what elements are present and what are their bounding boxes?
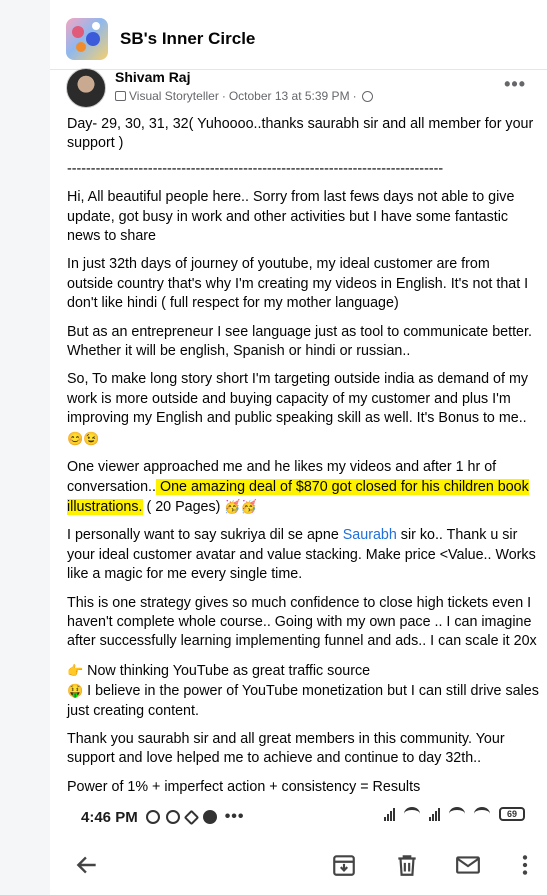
- wifi-3-icon: [474, 807, 490, 821]
- wifi-icon: [404, 807, 420, 821]
- smile-emoji-icon: 😊😉: [67, 430, 100, 446]
- paragraph-5: So, To make long story short I'm targeti…: [67, 370, 539, 449]
- post-meta: Visual Storyteller · October 13 at 5:39 …: [115, 89, 373, 103]
- paragraph-6: One viewer approached me and he likes my…: [67, 458, 539, 517]
- paragraph-3: In just 32th days of journey of youtube,…: [67, 256, 529, 312]
- party-emoji-icon: 🥳🥳: [224, 498, 257, 514]
- meta-separator: ·: [221, 89, 226, 103]
- group-header[interactable]: SB's Inner Circle: [50, 8, 547, 70]
- globe-icon: [361, 90, 373, 102]
- paragraph-10-text: I believe in the power of YouTube moneti…: [67, 683, 539, 719]
- pointing-hand-emoji-icon: 👉: [67, 662, 84, 678]
- left-margin: [0, 0, 50, 895]
- paragraph-8: This is one strategy gives so much confi…: [67, 594, 537, 650]
- whatsapp-icon: [165, 810, 180, 824]
- signal-1-icon: [384, 807, 395, 821]
- group-name[interactable]: SB's Inner Circle: [120, 29, 255, 49]
- battery-icon: 69: [499, 807, 525, 821]
- back-arrow-icon[interactable]: [74, 852, 100, 878]
- paragraph-5-text: So, To make long story short I'm targeti…: [67, 371, 528, 427]
- mail-icon[interactable]: [455, 852, 481, 878]
- system-icons: 69: [384, 807, 525, 821]
- phone-status-bar: 4:46 PM ••• 69: [50, 797, 547, 837]
- status-time: 4:46 PM: [81, 808, 138, 826]
- signal-2-icon: [429, 807, 440, 821]
- kebab-menu-icon[interactable]: [512, 852, 538, 878]
- archive-icon[interactable]: [331, 852, 357, 878]
- paragraph-4: But as an entrepreneur I see language ju…: [67, 323, 532, 360]
- author-avatar[interactable]: [66, 68, 106, 108]
- divider-dashes: ----------------------------------------…: [67, 160, 444, 177]
- bottom-toolbar: [50, 840, 547, 895]
- paragraph-6-tail: ( 20 Pages): [142, 498, 225, 515]
- paragraph-11: Thank you saurabh sir and all great memb…: [67, 730, 505, 767]
- meta-separator: ·: [352, 89, 357, 103]
- record-icon: [202, 810, 217, 824]
- paragraph-7-text: I personally want to say sukriya dil se …: [67, 527, 343, 544]
- author-name[interactable]: Shivam Raj: [115, 69, 190, 85]
- paragraph-7: I personally want to say sukriya dil se …: [67, 526, 539, 584]
- notification-icons: [145, 809, 217, 825]
- mention-link[interactable]: Saurabh: [343, 527, 397, 543]
- author-badge[interactable]: Visual Storyteller: [129, 89, 219, 103]
- shield-badge-icon: [115, 91, 126, 101]
- more-notifications-icon: •••: [224, 808, 245, 825]
- more-options-icon[interactable]: •••: [504, 74, 526, 95]
- money-face-emoji-icon: 🤑: [67, 683, 84, 699]
- paragraph-1: Day- 29, 30, 31, 32( Yuhoooo..thanks sau…: [67, 116, 534, 152]
- telegram-icon: [183, 809, 199, 825]
- alarm-icon: [145, 810, 160, 824]
- paragraph-9: 👉 Now thinking YouTube as great traffic …: [67, 661, 539, 721]
- post-body: Day- 29, 30, 31, 32( Yuhoooo..thanks sau…: [67, 115, 539, 806]
- paragraph-2: Hi, All beautiful people here.. Sorry fr…: [67, 189, 515, 245]
- group-avatar-icon[interactable]: [66, 17, 108, 60]
- paragraph-9-text: Now thinking YouTube as great traffic so…: [83, 662, 371, 679]
- post-header: Shivam Raj Visual Storyteller · October …: [66, 68, 536, 112]
- delete-icon[interactable]: [394, 852, 420, 878]
- wifi-2-icon: [449, 807, 465, 821]
- post-date[interactable]: October 13 at 5:39 PM: [229, 89, 350, 103]
- paragraph-12: Power of 1% + imperfect action + consist…: [67, 778, 421, 795]
